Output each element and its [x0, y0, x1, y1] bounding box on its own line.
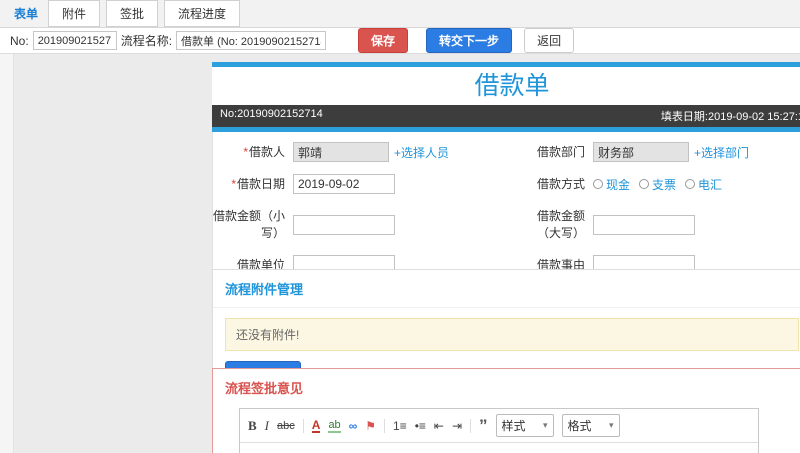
unordered-list-icon[interactable]: •≡	[415, 419, 426, 433]
next-step-button[interactable]: 转交下一步	[426, 28, 513, 53]
toolbar: No: 流程名称: 保存 转交下一步 返回	[0, 28, 800, 54]
borrower-control: +选择人员	[293, 136, 515, 168]
method-option-cash-label: 现金	[606, 177, 631, 192]
form-title: 借款单	[474, 72, 550, 100]
link-icon[interactable]: ∞	[349, 419, 358, 433]
highlight-icon[interactable]: ab	[328, 419, 341, 433]
method-option-wire[interactable]: 电汇	[685, 176, 722, 193]
amount-lower-input[interactable]	[293, 214, 395, 235]
department-control: +选择部门	[593, 136, 800, 168]
department-label-text: 借款部门	[536, 145, 585, 159]
strikethrough-icon[interactable]: abc	[277, 419, 295, 433]
department-label: 借款部门	[515, 136, 593, 168]
loan-form-panel: 借款单 No:20190902152714 填表日期:2019-09-02 15…	[212, 62, 800, 285]
style-select[interactable]: 样式 ▾	[495, 414, 554, 437]
no-input[interactable]	[32, 31, 117, 50]
tab-progress[interactable]: 流程进度	[164, 0, 241, 27]
method-option-wire-label: 电汇	[698, 177, 723, 192]
attachments-title: 流程附件管理	[213, 270, 800, 308]
form-row-1: *借款人 +选择人员 借款部门 +选择部门	[213, 136, 800, 168]
approval-panel: 流程签批意见 B I abc A ab ∞ ⚑ 1≡ •≡ ⇤ ⇥ ” 样式 ▾…	[212, 368, 800, 453]
tab-approval[interactable]: 签批	[106, 0, 159, 27]
amount-upper-input[interactable]	[593, 214, 695, 235]
outdent-icon[interactable]: ⇤	[434, 419, 444, 433]
department-input[interactable]	[593, 142, 689, 163]
toolbar-separator	[470, 418, 472, 433]
borrower-label-text: 借款人	[248, 145, 285, 159]
tab-attachment[interactable]: 附件	[48, 0, 101, 27]
select-person-link[interactable]: +选择人员	[394, 144, 449, 161]
borrower-input[interactable]	[293, 142, 389, 163]
borrower-label: *借款人	[213, 136, 293, 168]
chevron-down-icon: ▾	[609, 420, 614, 430]
select-department-link[interactable]: +选择部门	[694, 144, 749, 161]
tab-bar: 表单 附件 签批 流程进度	[0, 0, 800, 28]
process-name-label: 流程名称:	[120, 34, 173, 48]
save-button[interactable]: 保存	[358, 28, 409, 53]
format-select[interactable]: 格式 ▾	[561, 414, 620, 437]
form-fields: *借款人 +选择人员 借款部门 +选择部门 *借款日期 借款方式	[212, 132, 800, 284]
method-option-cheque-label: 支票	[652, 177, 677, 192]
form-row-3: 借款金额（小写） 借款金额（大写）	[213, 200, 800, 248]
rich-text-editor: B I abc A ab ∞ ⚑ 1≡ •≡ ⇤ ⇥ ” 样式 ▾ 格式 ▾	[239, 408, 759, 453]
loan-method-control: 现金 支票 电汇	[593, 170, 800, 199]
ordered-list-icon[interactable]: 1≡	[393, 419, 407, 433]
amount-upper-label-text: 借款金额（大写）	[536, 209, 585, 240]
chevron-down-icon: ▾	[543, 420, 548, 430]
bold-icon[interactable]: B	[248, 418, 257, 433]
editor-content[interactable]	[240, 443, 758, 453]
amount-lower-control	[293, 209, 515, 241]
font-color-icon[interactable]: A	[311, 419, 321, 433]
flag-icon[interactable]: ⚑	[365, 419, 376, 433]
back-button[interactable]: 返回	[524, 28, 575, 53]
form-row-2: *借款日期 借款方式 现金 支票 电汇	[213, 168, 800, 200]
form-meta-bar: No:20190902152714 填表日期:2019-09-02 15:27:…	[212, 105, 800, 127]
process-name-input[interactable]	[176, 31, 327, 50]
approval-title: 流程签批意见	[225, 381, 304, 396]
left-gutter	[0, 54, 14, 453]
amount-upper-label: 借款金额（大写）	[515, 200, 593, 248]
required-mark: *	[243, 145, 248, 159]
indent-icon[interactable]: ⇥	[452, 419, 462, 433]
loan-date-label-text: 借款日期	[236, 177, 285, 192]
method-option-cash[interactable]: 现金	[593, 176, 630, 193]
no-label: No:	[10, 33, 29, 48]
form-date-text: 填表日期:2019-09-02 15:27:1	[660, 111, 800, 123]
format-select-label: 格式	[567, 419, 592, 433]
amount-lower-label: 借款金额（小写）	[213, 200, 293, 248]
editor-toolbar: B I abc A ab ∞ ⚑ 1≡ •≡ ⇤ ⇥ ” 样式 ▾ 格式 ▾	[240, 409, 758, 443]
radio-icon	[639, 179, 650, 190]
form-number-text: No:20190902152714	[220, 108, 323, 120]
radio-icon	[685, 179, 696, 190]
required-mark: *	[231, 177, 236, 192]
tab-form[interactable]: 表单	[10, 1, 42, 26]
toolbar-separator	[302, 418, 304, 433]
italic-icon[interactable]: I	[265, 418, 269, 433]
toolbar-separator	[384, 418, 386, 433]
amount-upper-control	[593, 209, 800, 241]
blockquote-icon[interactable]: ”	[479, 417, 488, 434]
loan-method-label: 借款方式	[515, 168, 593, 200]
radio-icon	[593, 179, 603, 190]
no-attachments-message: 还没有附件!	[225, 318, 799, 351]
method-option-cheque[interactable]: 支票	[639, 176, 676, 193]
loan-date-label: *借款日期	[213, 168, 293, 200]
loan-date-control	[293, 168, 515, 200]
loan-method-label-text: 借款方式	[536, 177, 585, 192]
loan-date-input[interactable]	[293, 174, 395, 195]
amount-lower-label-text: 借款金额（小写）	[213, 209, 286, 240]
style-select-label: 样式	[501, 419, 526, 433]
